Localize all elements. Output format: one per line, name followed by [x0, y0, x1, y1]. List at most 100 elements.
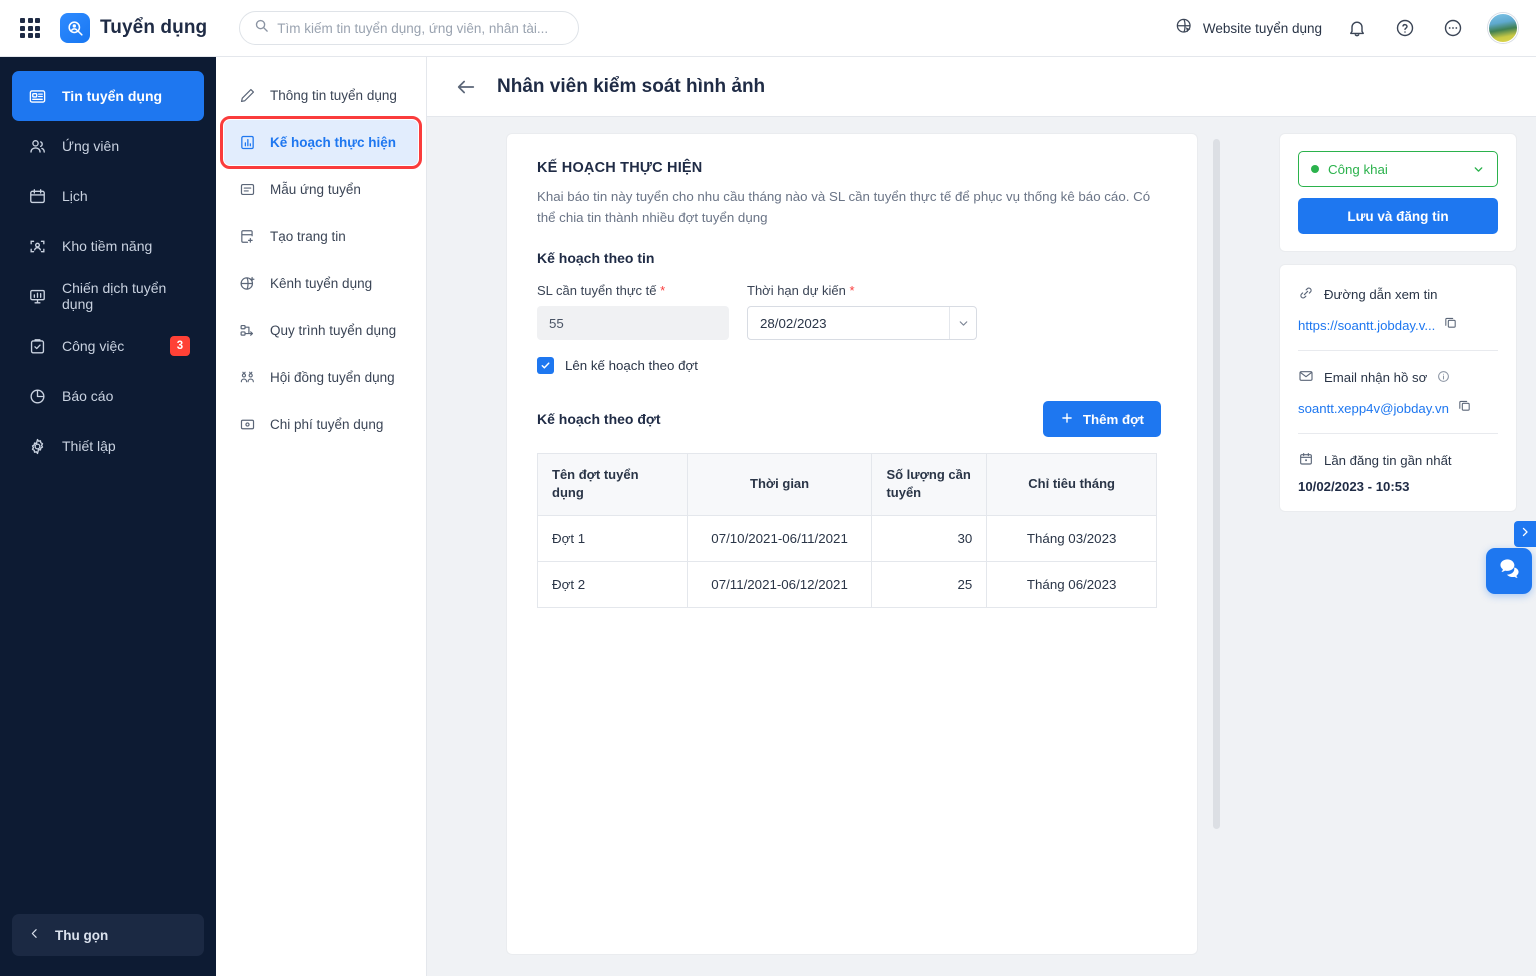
user-avatar[interactable] [1488, 13, 1518, 43]
deadline-field[interactable] [747, 306, 977, 341]
sidebar-item-label: Kho tiềm năng [62, 238, 153, 254]
sidebar-item-ung-vien[interactable]: Ứng viên [12, 121, 204, 171]
subnav-item-quy-trinh-tuyen-dung[interactable]: Quy trình tuyển dụng [224, 308, 418, 353]
sidebar-item-lich[interactable]: Lịch [12, 171, 204, 221]
sidebar-collapse-button[interactable]: Thu gọn [12, 914, 204, 956]
sidebar-item-cong-viec[interactable]: Công việc 3 [12, 321, 204, 371]
subnav-item-label: Hội đồng tuyển dụng [270, 370, 395, 385]
more-options-icon[interactable] [1440, 15, 1466, 41]
view-link-value[interactable]: https://soantt.jobday.v... [1298, 318, 1435, 333]
quantity-field-group: SL cần tuyển thực tế * [537, 283, 729, 341]
chat-widget-button[interactable] [1486, 548, 1532, 594]
sidebar-item-bao-cao[interactable]: Báo cáo [12, 371, 204, 421]
subnav-item-chi-phi-tuyen-dung[interactable]: Chi phí tuyển dụng [224, 402, 418, 447]
deadline-input[interactable] [748, 307, 949, 340]
view-link-block: Đường dẫn xem tin https://soantt.jobday.… [1298, 282, 1498, 335]
subnav-item-label: Kênh tuyển dụng [270, 276, 373, 291]
secondary-nav: Thông tin tuyển dụng Kế hoạch thực hiện [216, 57, 427, 976]
visibility-status-label: Công khai [1328, 161, 1388, 177]
view-link-header: Đường dẫn xem tin [1298, 285, 1498, 304]
search-input[interactable] [277, 20, 565, 36]
cell-period: 07/10/2021-06/11/2021 [686, 514, 873, 562]
chat-bubbles-icon [1497, 556, 1522, 586]
status-dot-icon [1311, 165, 1319, 173]
add-batch-button[interactable]: Thêm đợt [1042, 401, 1161, 438]
plan-card: KẾ HOẠCH THỰC HIỆN Khai báo tin này tuyể… [507, 134, 1197, 954]
help-icon[interactable] [1392, 15, 1418, 41]
sidebar-item-label: Ứng viên [62, 138, 120, 154]
quantity-label: SL cần tuyển thực tế * [537, 283, 729, 298]
search-icon [254, 18, 269, 38]
last-post-header: Lần đăng tin gần nhất [1298, 451, 1498, 470]
content-row: KẾ HOẠCH THỰC HIỆN Khai báo tin này tuyể… [427, 117, 1536, 976]
email-block: Email nhận hồ sơ soantt.xepp4v@jobday.vn [1298, 365, 1498, 418]
subnav-item-label: Chi phí tuyển dụng [270, 417, 384, 432]
subnav-item-label: Mẫu ứng tuyển [270, 182, 361, 197]
section-title-ke-hoach-theo-tin: Kế hoạch theo tin [537, 250, 655, 267]
talent-scan-icon [26, 235, 48, 257]
batch-plan-checkbox-label: Lên kế hoạch theo đợt [565, 358, 698, 374]
table-row[interactable]: Đợt 2 07/11/2021-06/12/2021 25 Tháng 06/… [537, 560, 1157, 608]
pencil-icon [238, 86, 257, 105]
table-col-period: Thời gian [686, 453, 873, 516]
deadline-field-group: Thời hạn dự kiến * [747, 283, 977, 341]
batch-plan-table: Tên đợt tuyển dụng Thời gian Số lượng cầ… [537, 453, 1157, 608]
sidebar-item-kho-tiem-nang[interactable]: Kho tiềm năng [12, 221, 204, 271]
search-box[interactable] [239, 11, 580, 45]
right-panel: Công khai Lưu và đăng tin Đường dẫn xem … [1280, 117, 1536, 976]
brand[interactable]: Tuyển dụng [60, 13, 207, 43]
cell-period: 07/11/2021-06/12/2021 [686, 560, 873, 608]
top-bar-actions: Website tuyển dụng [1175, 13, 1518, 43]
chevron-down-icon[interactable] [949, 307, 976, 340]
table-col-month: Chỉ tiêu tháng [986, 453, 1157, 516]
news-card-icon [26, 85, 48, 107]
visibility-select[interactable]: Công khai [1298, 151, 1498, 187]
publish-panel: Công khai Lưu và đăng tin [1280, 134, 1516, 251]
view-link-value-row: https://soantt.jobday.v... [1298, 315, 1498, 335]
chat-expand-tab[interactable] [1514, 521, 1536, 547]
email-label: Email nhận hồ sơ [1324, 370, 1428, 385]
subnav-item-tao-trang-tin[interactable]: Tạo trang tin [224, 214, 418, 259]
quantity-input[interactable] [537, 306, 729, 341]
divider [1298, 433, 1498, 434]
cell-name: Đợt 1 [537, 514, 688, 562]
main-sidebar: Tin tuyển dụng Ứng viên Lịch Kho tiềm nă… [0, 57, 216, 976]
subnav-item-label: Kế hoạch thực hiện [270, 135, 397, 150]
quantity-label-text: SL cần tuyển thực tế [537, 283, 657, 299]
table-row[interactable]: Đợt 1 07/10/2021-06/11/2021 30 Tháng 03/… [537, 514, 1157, 562]
chevron-down-icon[interactable] [1472, 163, 1485, 176]
subnav-item-ke-hoach-thuc-hien[interactable]: Kế hoạch thực hiện [220, 116, 422, 169]
plus-icon [1060, 411, 1074, 428]
sidebar-item-label: Thiết lập [62, 438, 116, 454]
website-link[interactable]: Website tuyển dụng [1175, 17, 1322, 39]
required-marker: * [845, 283, 855, 299]
save-and-publish-button[interactable]: Lưu và đăng tin [1298, 198, 1498, 234]
subnav-item-label: Quy trình tuyển dụng [270, 323, 397, 338]
arrow-left-icon[interactable] [455, 76, 477, 98]
subnav-item-hoi-dong-tuyen-dung[interactable]: Hội đồng tuyển dụng [224, 355, 418, 400]
sidebar-item-chien-dich-tuyen-dung[interactable]: Chiến dịch tuyển dụng [12, 271, 204, 321]
subnav-item-kenh-tuyen-dung[interactable]: Kênh tuyển dụng [224, 261, 418, 306]
info-tooltip-icon[interactable] [1437, 370, 1450, 386]
app-launcher-grid-icon[interactable] [20, 18, 40, 38]
content-scrollbar[interactable] [1213, 139, 1220, 829]
subnav-item-mau-ung-tuyen[interactable]: Mẫu ứng tuyển [224, 167, 418, 212]
brand-name: Tuyển dụng [100, 17, 208, 38]
copy-icon[interactable] [1443, 315, 1458, 335]
sidebar-item-thiet-lap[interactable]: Thiết lập [12, 421, 204, 471]
page-title: Nhân viên kiểm soát hình ảnh [497, 75, 766, 97]
page-header: Nhân viên kiểm soát hình ảnh [427, 57, 1536, 117]
batch-plan-checkbox-row[interactable]: Lên kế hoạch theo đợt [537, 357, 1161, 375]
table-col-name: Tên đợt tuyển dụng [537, 453, 688, 516]
subnav-item-thong-tin-tuyen-dung[interactable]: Thông tin tuyển dụng [224, 73, 418, 118]
body-row: Tin tuyển dụng Ứng viên Lịch Kho tiềm nă… [0, 57, 1536, 976]
notifications-bell-icon[interactable] [1344, 15, 1370, 41]
chevron-right-icon [1519, 525, 1531, 543]
email-value[interactable]: soantt.xepp4v@jobday.vn [1298, 401, 1449, 416]
sidebar-item-tin-tuyen-dung[interactable]: Tin tuyển dụng [12, 71, 204, 121]
copy-icon[interactable] [1457, 398, 1472, 418]
card-description: Khai báo tin này tuyển cho nhu cầu tháng… [537, 189, 1151, 225]
checkbox-checked-icon[interactable] [537, 357, 554, 375]
last-post-value: 10/02/2023 - 10:53 [1298, 479, 1410, 494]
clipboard-check-icon [26, 335, 48, 357]
